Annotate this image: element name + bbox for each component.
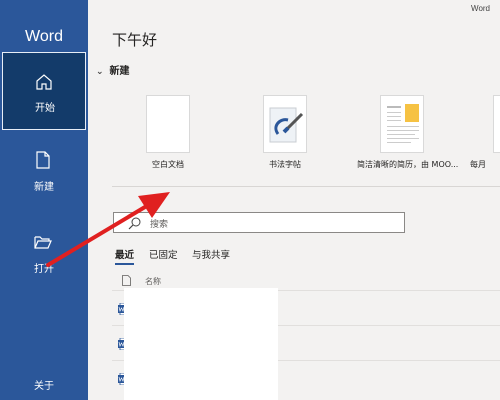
new-section-title: 新建: [109, 66, 130, 77]
column-name[interactable]: 名称: [145, 276, 161, 287]
nav-home-label: 开始: [35, 103, 55, 114]
nav-new[interactable]: 新建: [0, 130, 88, 208]
search-icon: [128, 217, 141, 230]
calligraphy-brush-icon: [269, 107, 304, 143]
file-list-header: 名称: [118, 275, 500, 289]
app-title: Word: [471, 4, 490, 13]
resume-preview-icon: [387, 104, 419, 143]
template-calligraphy-thumbnail: [263, 95, 307, 153]
search-input[interactable]: 搜索: [113, 212, 405, 233]
tab-shared[interactable]: 与我共享: [192, 247, 230, 261]
new-document-icon: [36, 151, 50, 169]
nav-open-label: 打开: [34, 264, 54, 275]
divider: [112, 186, 500, 187]
chevron-down-icon: ⌄: [96, 67, 104, 77]
folder-open-icon: [34, 236, 52, 249]
tab-pinned[interactable]: 已固定: [149, 247, 178, 261]
nav-home[interactable]: 开始: [2, 52, 86, 130]
about-link[interactable]: 关于: [0, 377, 88, 392]
template-label: 书法字帖: [269, 160, 301, 169]
nav-open[interactable]: 打开: [0, 212, 88, 290]
template-label: 每月: [470, 160, 486, 169]
document-type-icon: [122, 275, 131, 286]
home-icon: [36, 74, 52, 90]
template-monthly-thumbnail: [493, 95, 500, 153]
greeting: 下午好: [112, 31, 158, 49]
nav-new-label: 新建: [34, 182, 54, 193]
active-tab-indicator: [115, 263, 134, 265]
sidebar: Word 开始 新建 打开 关于: [0, 0, 88, 400]
search-placeholder: 搜索: [150, 220, 169, 230]
app-name: Word: [25, 28, 63, 45]
template-label: 简洁清晰的简历，由 MOO...: [357, 160, 459, 169]
tab-recent[interactable]: 最近: [115, 247, 134, 261]
template-resume-thumbnail: [380, 95, 424, 153]
redacted-area: [124, 288, 278, 400]
new-section-header[interactable]: ⌄ 新建: [96, 62, 130, 77]
template-blank-thumbnail: [146, 95, 190, 153]
template-label: 空白文档: [152, 160, 184, 169]
